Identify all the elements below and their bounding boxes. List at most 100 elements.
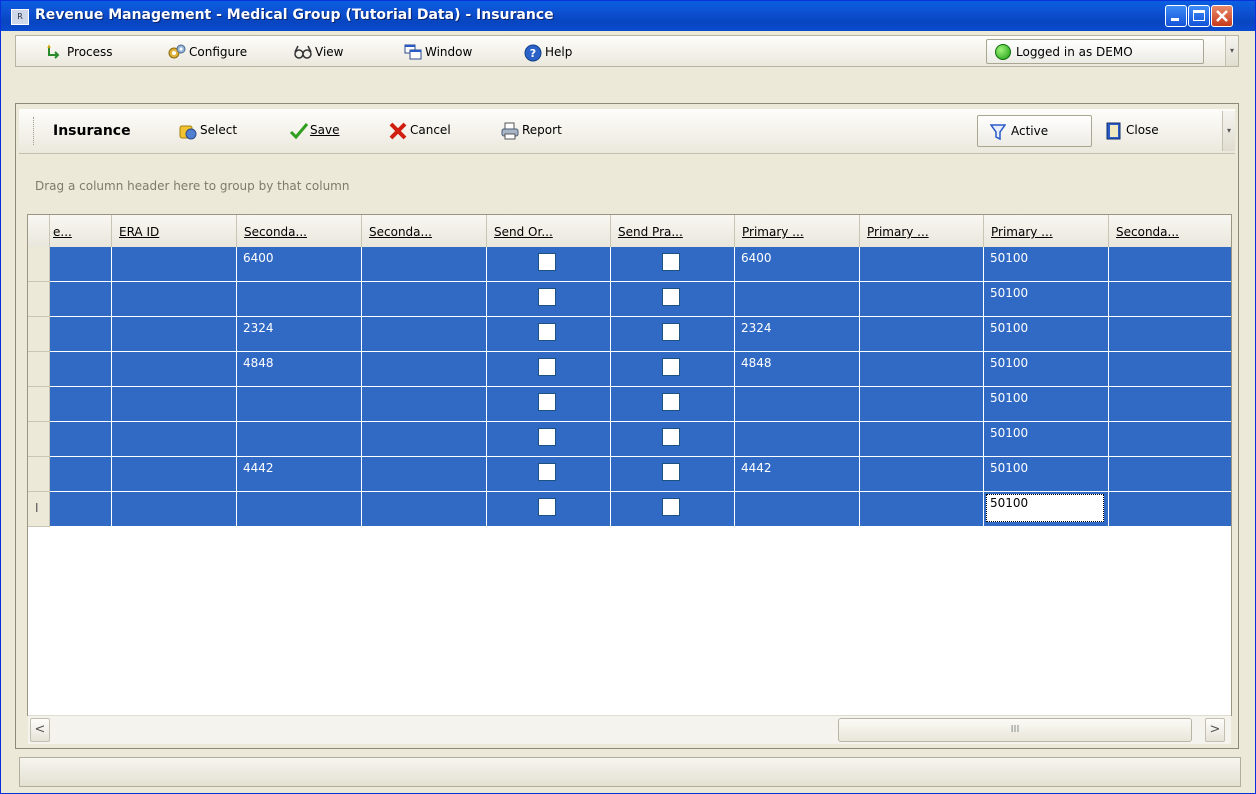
table-cell[interactable] xyxy=(362,352,487,387)
menu-window[interactable]: Window xyxy=(404,43,472,61)
table-cell[interactable] xyxy=(362,387,487,422)
row-selector[interactable] xyxy=(28,352,50,387)
close-window-button[interactable] xyxy=(1211,5,1233,27)
column-header[interactable]: Primary ... xyxy=(860,215,984,247)
checkbox[interactable] xyxy=(662,393,680,411)
table-row[interactable]: 50100 xyxy=(28,282,1231,317)
close-button[interactable]: Close xyxy=(1105,121,1159,140)
table-cell[interactable]: 6400 xyxy=(237,247,362,282)
checkbox[interactable] xyxy=(538,498,556,516)
table-row[interactable]: 4442 4442 50100 xyxy=(28,457,1231,492)
report-button[interactable]: Report xyxy=(501,121,562,140)
table-cell[interactable] xyxy=(487,352,611,387)
table-cell[interactable] xyxy=(860,282,984,317)
toolbar-overflow-button[interactable]: ▾ xyxy=(1222,111,1235,151)
toolbar-grip[interactable] xyxy=(33,117,36,145)
table-row[interactable]: 2324 2324 50100 xyxy=(28,317,1231,352)
select-button[interactable]: Select xyxy=(179,121,237,140)
table-cell[interactable] xyxy=(735,387,860,422)
table-cell[interactable]: 2324 xyxy=(237,317,362,352)
column-header[interactable]: Send Or... xyxy=(487,215,611,247)
table-cell[interactable] xyxy=(112,387,237,422)
column-header[interactable]: Seconda... xyxy=(1109,215,1231,247)
table-cell[interactable] xyxy=(362,317,487,352)
table-cell[interactable] xyxy=(611,387,735,422)
table-cell[interactable] xyxy=(860,422,984,457)
table-cell[interactable]: 50100 xyxy=(984,282,1109,317)
row-selector[interactable] xyxy=(28,457,50,492)
table-cell[interactable] xyxy=(237,492,362,527)
table-cell[interactable] xyxy=(50,282,112,317)
table-cell[interactable]: 4442 xyxy=(735,457,860,492)
table-cell[interactable] xyxy=(237,282,362,317)
table-cell[interactable] xyxy=(237,387,362,422)
row-selector[interactable] xyxy=(28,387,50,422)
table-cell[interactable] xyxy=(1109,247,1231,282)
table-cell[interactable] xyxy=(860,352,984,387)
checkbox[interactable] xyxy=(662,323,680,341)
table-cell[interactable] xyxy=(112,282,237,317)
active-filter-button[interactable]: Active xyxy=(977,115,1092,147)
maximize-button[interactable] xyxy=(1188,5,1210,27)
horizontal-scrollbar[interactable]: < III > xyxy=(28,715,1231,744)
table-cell[interactable]: 6400 xyxy=(735,247,860,282)
column-header[interactable]: e... xyxy=(50,215,112,247)
table-cell[interactable] xyxy=(735,492,860,527)
column-header[interactable]: Primary ... xyxy=(984,215,1109,247)
title-bar[interactable]: R Revenue Management - Medical Group (Tu… xyxy=(1,1,1255,31)
table-cell[interactable] xyxy=(1109,457,1231,492)
checkbox[interactable] xyxy=(538,428,556,446)
table-cell[interactable]: 4848 xyxy=(735,352,860,387)
row-selector[interactable] xyxy=(28,247,50,282)
table-cell[interactable] xyxy=(860,247,984,282)
table-cell[interactable] xyxy=(487,492,611,527)
table-cell[interactable] xyxy=(860,492,984,527)
table-cell[interactable] xyxy=(362,247,487,282)
table-cell[interactable]: 50100 xyxy=(984,352,1109,387)
checkbox[interactable] xyxy=(538,323,556,341)
table-cell[interactable] xyxy=(487,317,611,352)
table-cell[interactable] xyxy=(1109,492,1231,527)
group-by-panel[interactable]: Drag a column header here to group by th… xyxy=(35,179,349,193)
table-cell[interactable] xyxy=(611,422,735,457)
table-cell[interactable] xyxy=(1109,317,1231,352)
table-cell[interactable]: 4442 xyxy=(237,457,362,492)
minimize-button[interactable] xyxy=(1165,5,1187,27)
table-cell[interactable]: 50100 xyxy=(984,422,1109,457)
menu-view[interactable]: View xyxy=(294,43,343,61)
table-cell[interactable] xyxy=(50,352,112,387)
table-cell[interactable] xyxy=(50,457,112,492)
table-cell[interactable] xyxy=(362,492,487,527)
scroll-left-button[interactable]: < xyxy=(30,718,50,742)
table-cell[interactable]: 2324 xyxy=(735,317,860,352)
table-cell[interactable] xyxy=(362,282,487,317)
table-cell[interactable] xyxy=(611,457,735,492)
table-cell[interactable] xyxy=(112,247,237,282)
table-cell[interactable] xyxy=(50,247,112,282)
table-cell[interactable] xyxy=(611,317,735,352)
scroll-thumb[interactable]: III xyxy=(838,718,1192,742)
table-row[interactable]: 50100 xyxy=(28,422,1231,457)
checkbox[interactable] xyxy=(538,358,556,376)
menu-configure[interactable]: Configure xyxy=(168,43,247,61)
table-cell[interactable] xyxy=(362,422,487,457)
table-cell[interactable] xyxy=(1109,387,1231,422)
checkbox[interactable] xyxy=(662,498,680,516)
table-cell[interactable] xyxy=(860,387,984,422)
table-cell[interactable] xyxy=(487,282,611,317)
row-selector[interactable] xyxy=(28,422,50,457)
table-row[interactable]: 6400 6400 50100 xyxy=(28,247,1231,282)
checkbox[interactable] xyxy=(538,393,556,411)
table-cell[interactable]: 50100 xyxy=(984,247,1109,282)
row-selector[interactable]: I xyxy=(28,492,50,527)
checkbox[interactable] xyxy=(662,428,680,446)
table-cell[interactable] xyxy=(237,422,362,457)
checkbox[interactable] xyxy=(538,253,556,271)
checkbox[interactable] xyxy=(662,253,680,271)
table-row[interactable]: 4848 4848 50100 xyxy=(28,352,1231,387)
table-cell[interactable] xyxy=(860,317,984,352)
table-cell[interactable] xyxy=(860,457,984,492)
cell-editor-input[interactable]: 50100 xyxy=(986,494,1104,522)
table-cell[interactable] xyxy=(112,317,237,352)
checkbox[interactable] xyxy=(538,463,556,481)
